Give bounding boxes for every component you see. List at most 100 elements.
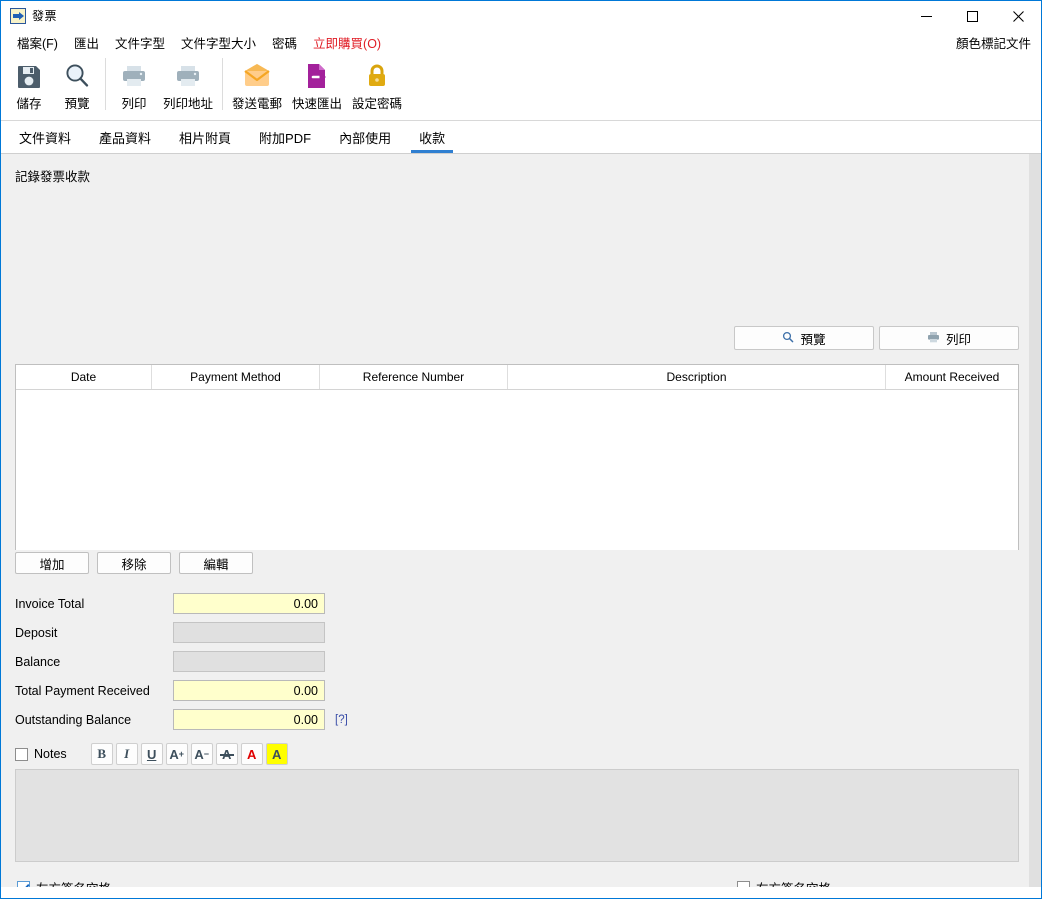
- notes-textarea[interactable]: [15, 769, 1019, 862]
- tab-product-data[interactable]: 產品資料: [85, 121, 165, 153]
- add-row-button[interactable]: 增加: [15, 552, 89, 574]
- toolbar-label-set-password: 設定密碼: [351, 97, 402, 111]
- label-balance: Balance: [15, 654, 61, 669]
- tab-label: 內部使用: [339, 130, 392, 146]
- tab-internal-use[interactable]: 內部使用: [325, 121, 405, 153]
- label-invoice-total: Invoice Total: [15, 596, 85, 611]
- toolbar-separator: [105, 58, 106, 110]
- field-row-deposit: Deposit: [15, 618, 348, 647]
- font-decrease-icon[interactable]: A −: [190, 743, 213, 765]
- field-row-invoice-total: Invoice Total 0.00: [15, 589, 348, 618]
- highlight-yellow-icon[interactable]: A: [265, 743, 288, 765]
- label-total-payment-received: Total Payment Received: [15, 683, 150, 698]
- tab-photo-attachment[interactable]: 相片附頁: [165, 121, 245, 153]
- underline-glyph: U: [146, 746, 157, 762]
- input-deposit: [173, 622, 325, 643]
- font-color-glyph: A: [246, 746, 257, 762]
- toolbar-label-save: 儲存: [16, 97, 42, 111]
- tab-attach-pdf[interactable]: 附加PDF: [245, 121, 325, 153]
- outstanding-balance-help-link[interactable]: [?]: [335, 714, 348, 726]
- color-mark-document-label[interactable]: 顏色標記文件: [956, 33, 1031, 52]
- column-header-reference-number[interactable]: Reference Number: [320, 365, 508, 389]
- print-button-label: 列印: [945, 332, 971, 347]
- tab-label: 文件資料: [19, 130, 72, 146]
- menu-item-export[interactable]: 匯出: [66, 31, 107, 54]
- toolbar-button-quick-export[interactable]: 快速匯出: [287, 54, 347, 116]
- italic-icon[interactable]: I: [115, 743, 138, 765]
- minimize-button[interactable]: [903, 1, 949, 31]
- font-decrease-glyph: A: [194, 746, 204, 762]
- format-button-group: B I U A+ A− A A A: [90, 743, 288, 765]
- print-button[interactable]: 列印: [879, 326, 1019, 350]
- content-area: 記錄發票收款 預覽 列印 Date Payment Method Referen…: [1, 154, 1041, 887]
- field-row-total-payment-received: Total Payment Received 0.00: [15, 676, 348, 705]
- menu-bar: 檔案(F) 匯出 文件字型 文件字型大小 密碼 立即購買(O) 顏色標記文件: [1, 30, 1041, 54]
- toolbar-label-quick-export: 快速匯出: [291, 97, 342, 111]
- magnifier-icon: [782, 331, 794, 346]
- strikethrough-icon[interactable]: A: [215, 743, 238, 765]
- bold-icon[interactable]: B: [90, 743, 113, 765]
- tab-label: 附加PDF: [259, 130, 312, 146]
- column-header-description[interactable]: Description: [508, 365, 886, 389]
- toolbar-button-print-address[interactable]: 列印地址: [158, 54, 218, 116]
- column-header-date[interactable]: Date: [16, 365, 152, 389]
- notes-label: Notes: [34, 747, 67, 761]
- envelope-icon: [242, 59, 272, 93]
- left-signature-checkbox[interactable]: [17, 880, 30, 887]
- tab-payments[interactable]: 收款: [405, 121, 459, 153]
- highlight-glyph: A: [271, 746, 282, 762]
- input-balance: [173, 651, 325, 672]
- column-header-amount-received[interactable]: Amount Received: [886, 365, 1018, 389]
- printer-icon: [927, 331, 940, 346]
- printer-icon: [174, 59, 202, 93]
- tab-label: 收款: [419, 130, 446, 146]
- table-body[interactable]: [16, 390, 1018, 550]
- menu-item-document-font-size[interactable]: 文件字型大小: [173, 31, 264, 54]
- toolbar-button-save[interactable]: 儲存: [5, 54, 53, 116]
- toolbar-separator: [222, 58, 223, 110]
- magnifier-icon: [63, 59, 91, 93]
- printer-icon: [120, 59, 148, 93]
- table-header-row: Date Payment Method Reference Number Des…: [16, 365, 1018, 390]
- menu-item-document-font[interactable]: 文件字型: [107, 31, 173, 54]
- toolbar-label-print-address: 列印地址: [162, 97, 213, 111]
- export-file-icon: [303, 59, 331, 93]
- padlock-icon: [363, 59, 391, 93]
- toolbar-button-print[interactable]: 列印: [110, 54, 158, 116]
- toolbar-label-preview: 預覽: [64, 97, 90, 111]
- tab-label: 產品資料: [99, 130, 152, 146]
- menu-item-file[interactable]: 檔案(F): [9, 31, 66, 54]
- field-row-balance: Balance: [15, 647, 348, 676]
- menu-item-password[interactable]: 密碼: [264, 31, 305, 54]
- toolbar-button-send-email[interactable]: 發送電郵: [227, 54, 287, 116]
- input-invoice-total[interactable]: 0.00: [173, 593, 325, 614]
- menu-item-buy-now[interactable]: 立即購買(O): [305, 31, 389, 54]
- font-increase-icon[interactable]: A +: [165, 743, 188, 765]
- toolbar-button-set-password[interactable]: 設定密碼: [347, 54, 407, 116]
- right-signature-section: 右方簽名空格 按此加入"印章"圖像 移除 按此加入"簽名"圖像 移除: [737, 878, 1041, 887]
- tab-bar: 文件資料 產品資料 相片附頁 附加PDF 內部使用 收款: [1, 121, 1041, 154]
- save-floppy-icon: [15, 59, 43, 93]
- left-signature-header: 左方簽名空格: [17, 878, 323, 887]
- input-total-payment-received[interactable]: 0.00: [173, 680, 325, 701]
- remove-row-button[interactable]: 移除: [97, 552, 171, 574]
- toolbar-label-send-email: 發送電郵: [231, 97, 282, 111]
- edit-row-button[interactable]: 編輯: [179, 552, 253, 574]
- right-signature-checkbox[interactable]: [737, 880, 750, 887]
- main-toolbar: 儲存 預覽 列印 列印地址 發送電郵 快速匯出 設定密碼: [1, 54, 1041, 121]
- font-decrease-sup: −: [203, 749, 209, 759]
- preview-button[interactable]: 預覽: [734, 326, 874, 350]
- column-header-payment-method[interactable]: Payment Method: [152, 365, 320, 389]
- tab-label: 相片附頁: [179, 130, 232, 146]
- tab-document-data[interactable]: 文件資料: [5, 121, 85, 153]
- input-outstanding-balance[interactable]: 0.00: [173, 709, 325, 730]
- left-signature-section: 左方簽名空格 按此加入"印章"圖像 移除 按此加入"簽名"圖像 移除: [17, 878, 323, 887]
- underline-icon[interactable]: U: [140, 743, 163, 765]
- font-color-red-icon[interactable]: A: [240, 743, 263, 765]
- maximize-button[interactable]: [949, 1, 995, 31]
- close-button[interactable]: [995, 1, 1041, 31]
- notes-checkbox[interactable]: [15, 747, 28, 761]
- toolbar-button-preview[interactable]: 預覽: [53, 54, 101, 116]
- amount-summary: Invoice Total 0.00 Deposit Balance Total…: [15, 589, 348, 734]
- italic-glyph: I: [124, 746, 130, 761]
